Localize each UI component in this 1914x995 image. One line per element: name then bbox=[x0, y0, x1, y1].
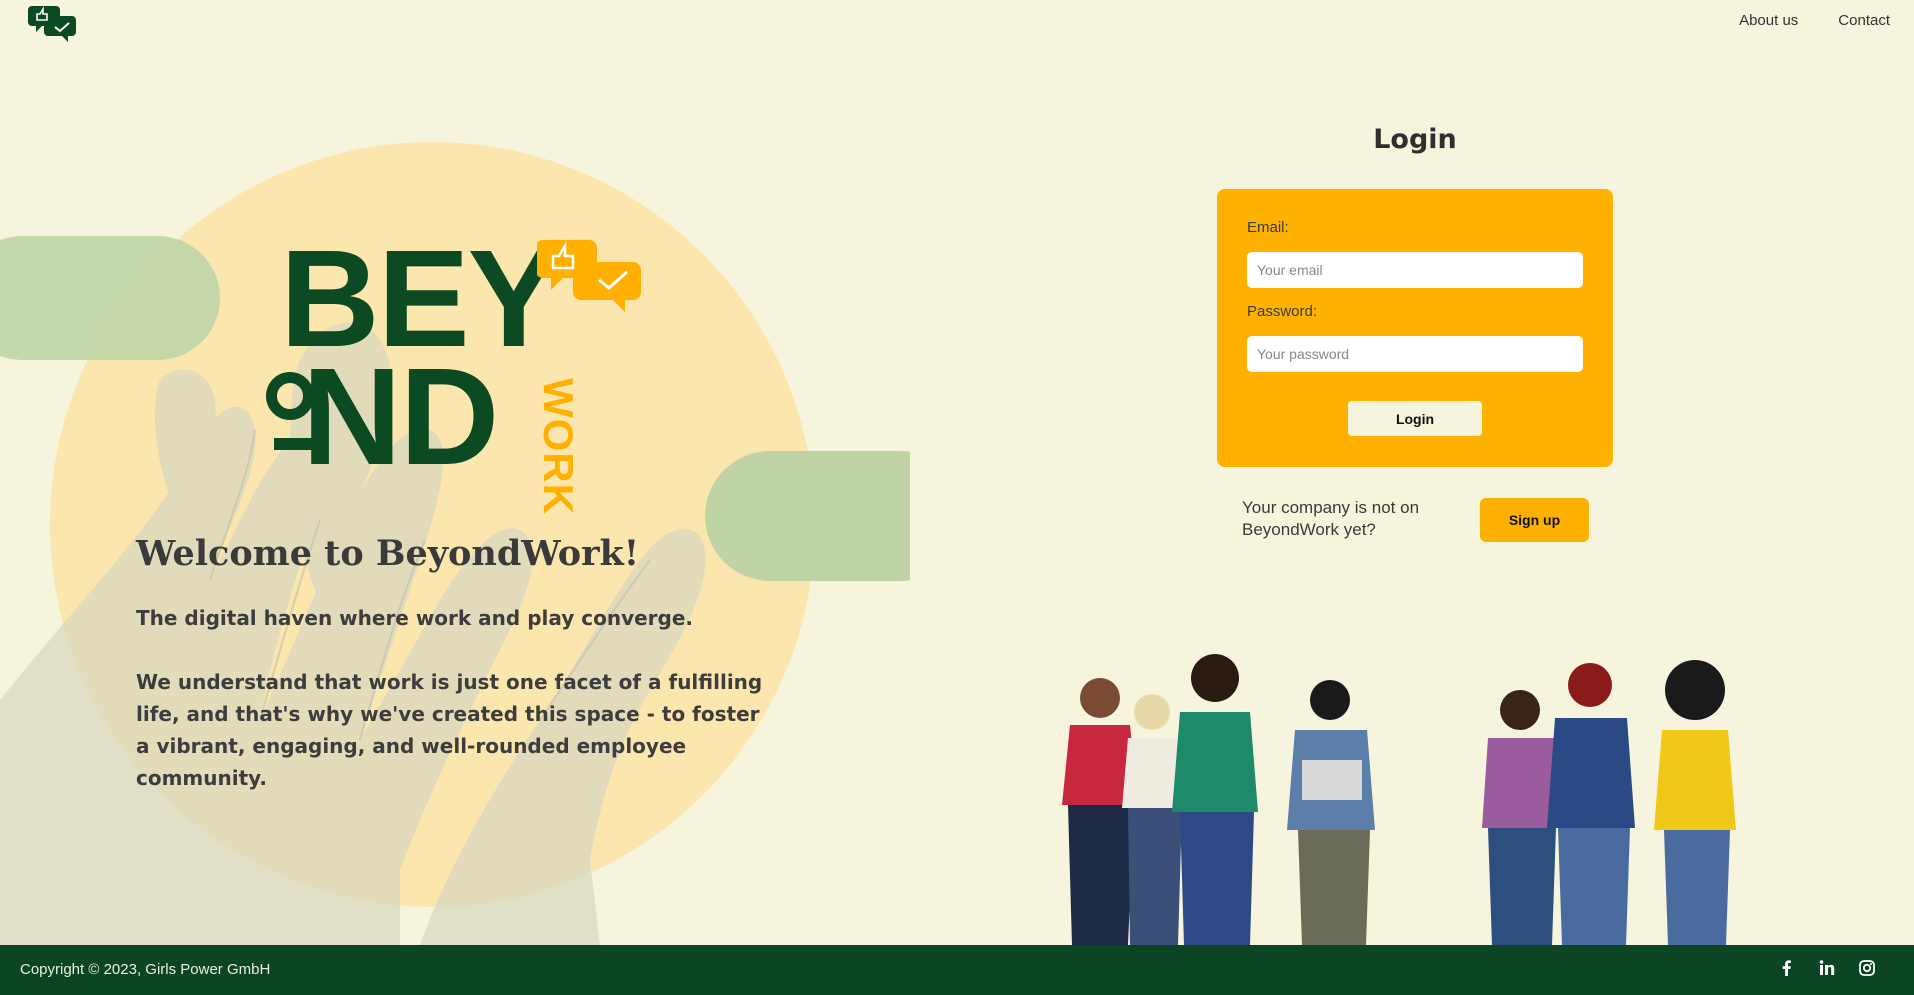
email-label: Email: bbox=[1247, 219, 1289, 236]
social-links bbox=[1778, 959, 1876, 977]
login-button[interactable]: Login bbox=[1348, 401, 1482, 436]
nav-about-us[interactable]: About us bbox=[1739, 12, 1798, 29]
hero-tagline: The digital haven where work and play co… bbox=[136, 606, 694, 630]
facebook-icon[interactable] bbox=[1778, 959, 1796, 977]
footer: Copyright © 2023, Girls Power GmbH bbox=[0, 945, 1914, 995]
person-figure bbox=[1654, 660, 1736, 945]
person-figure bbox=[1122, 694, 1184, 945]
signup-prompt: Your company is not on BeyondWork yet? bbox=[1242, 498, 1420, 539]
person-figure bbox=[1287, 680, 1375, 945]
hero-description: We understand that work is just one face… bbox=[136, 670, 763, 790]
login-form: Email: Password: Login bbox=[1217, 189, 1613, 467]
top-nav: About us Contact bbox=[1739, 12, 1890, 29]
welcome-heading: Welcome to BeyondWork! bbox=[136, 533, 640, 574]
login-title: Login bbox=[1373, 124, 1457, 155]
nav-contact[interactable]: Contact bbox=[1838, 12, 1890, 29]
email-field[interactable] bbox=[1247, 252, 1583, 288]
logo-text-work: WORK bbox=[535, 378, 582, 515]
linkedin-icon[interactable] bbox=[1818, 959, 1836, 977]
speech-bubbles-icon bbox=[537, 240, 641, 312]
person-figure bbox=[1547, 663, 1635, 945]
password-field[interactable] bbox=[1247, 336, 1583, 372]
people-group-image bbox=[1062, 654, 1736, 945]
logo-text-ond: ND bbox=[302, 340, 499, 494]
person-figure bbox=[1172, 654, 1258, 945]
copyright-text: Copyright © 2023, Girls Power GmbH bbox=[20, 961, 271, 978]
hero-section: BEY ND WORK Welcome to BeyondWork! The d… bbox=[0, 0, 910, 945]
beyondwork-big-logo: BEY ND WORK bbox=[262, 230, 642, 515]
signup-button[interactable]: Sign up bbox=[1480, 498, 1589, 542]
instagram-icon[interactable] bbox=[1858, 959, 1876, 977]
password-label: Password: bbox=[1247, 303, 1318, 320]
person-figure bbox=[1062, 678, 1138, 945]
